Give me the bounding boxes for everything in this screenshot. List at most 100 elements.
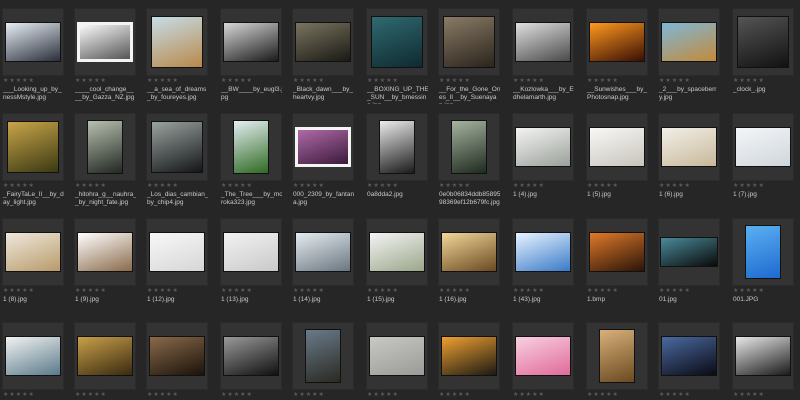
thumbnail-image[interactable] (589, 127, 645, 167)
rating-stars[interactable]: ★★★★★ (587, 288, 619, 295)
rating-stars[interactable]: ★★★★★ (513, 392, 545, 399)
thumbnail-tile[interactable]: ★★★★★ (74, 322, 136, 400)
thumbnail-image[interactable] (223, 232, 279, 272)
thumbnail-tile[interactable]: ★★★★★ __Kozlowka___by_Edhelamarth.jpg (512, 8, 574, 104)
thumbnail-tile[interactable]: ★★★★★ (366, 322, 428, 400)
thumbnail-image[interactable] (515, 336, 571, 376)
thumbnail-tile[interactable]: ★★★★★ _clock_.jpg (732, 8, 794, 104)
thumbnail-image[interactable] (233, 120, 269, 174)
thumbnail-image[interactable] (5, 232, 61, 272)
rating-stars[interactable]: ★★★★★ (75, 78, 107, 85)
rating-stars[interactable]: ★★★★★ (147, 78, 179, 85)
thumbnail-image[interactable] (441, 232, 497, 272)
thumbnail-tile[interactable]: ★★★★★ _Los_dias_cambian_by_chip4.jpg (146, 113, 208, 209)
thumbnail-image[interactable] (735, 336, 791, 376)
rating-stars[interactable]: ★★★★★ (3, 392, 35, 399)
thumbnail-image[interactable] (295, 127, 351, 167)
thumbnail-tile[interactable]: ★★★★★ (2, 322, 64, 400)
thumbnail-image[interactable] (369, 232, 425, 272)
thumbnail-tile[interactable]: ★★★★★ (658, 322, 720, 400)
thumbnail-image[interactable] (735, 127, 791, 167)
thumbnail-tile[interactable]: ★★★★★ 1 (13).jpg (220, 218, 282, 314)
thumbnail-tile[interactable]: ★★★★★ _FairyTaLe_II__by_day_light.jpg (2, 113, 64, 209)
thumbnail-image[interactable] (661, 336, 717, 376)
rating-stars[interactable]: ★★★★★ (3, 288, 35, 295)
thumbnail-tile[interactable]: ★★★★★__For_the_Gone_Ones_II__by_Suenayan… (438, 8, 500, 104)
rating-stars[interactable]: ★★★★★ (75, 183, 107, 190)
thumbnail-image[interactable] (149, 232, 205, 272)
thumbnail-tile[interactable]: ★★★★★ (220, 322, 282, 400)
rating-stars[interactable]: ★★★★★ (367, 78, 399, 85)
thumbnail-tile[interactable]: ★★★★★ 0e0b06834ddb8589598369ef12b679fc.jp… (438, 113, 500, 209)
thumbnail-tile[interactable]: ★★★★★ _Black_dawn___by_heartvy.jpg (292, 8, 354, 104)
rating-stars[interactable]: ★★★★★ (513, 288, 545, 295)
rating-stars[interactable]: ★★★★★ (147, 288, 179, 295)
thumbnail-tile[interactable]: ★★★★★ __BW____by_eugl3.jpg (220, 8, 282, 104)
thumbnail-tile[interactable]: ★★★★★ 1 (4).jpg (512, 113, 574, 209)
thumbnail-image[interactable] (737, 16, 789, 68)
rating-stars[interactable]: ★★★★★ (75, 392, 107, 399)
thumbnail-image[interactable] (223, 22, 279, 62)
rating-stars[interactable]: ★★★★★ (513, 183, 545, 190)
rating-stars[interactable]: ★★★★★ (587, 78, 619, 85)
thumbnail-image[interactable] (5, 336, 61, 376)
thumbnail-tile[interactable]: ★★★★★ 001.JPG (732, 218, 794, 314)
thumbnail-image[interactable] (223, 336, 279, 376)
rating-stars[interactable]: ★★★★★ (659, 392, 691, 399)
thumbnail-image[interactable] (151, 16, 203, 68)
rating-stars[interactable]: ★★★★★ (659, 183, 691, 190)
rating-stars[interactable]: ★★★★★ (293, 288, 325, 295)
thumbnail-image[interactable] (149, 336, 205, 376)
rating-stars[interactable]: ★★★★★ (3, 78, 35, 85)
thumbnail-image[interactable] (151, 121, 203, 173)
thumbnail-tile[interactable]: ★★★★★ _2___by_spaceberry.jpg (658, 8, 720, 104)
thumbnail-tile[interactable]: ★★★★★ 1 (6).jpg (658, 113, 720, 209)
thumbnail-tile[interactable]: ★★★★★__BOXING_UP_THE_SUN__by_bmessina.jp… (366, 8, 428, 104)
rating-stars[interactable]: ★★★★★ (221, 392, 253, 399)
thumbnail-image[interactable] (295, 22, 351, 62)
thumbnail-image[interactable] (77, 232, 133, 272)
thumbnail-tile[interactable]: ★★★★★ 1 (14).jpg (292, 218, 354, 314)
thumbnail-tile[interactable]: ★★★★★ 1 (12).jpg (146, 218, 208, 314)
thumbnail-tile[interactable]: ★★★★★ 1 (5).jpg (586, 113, 648, 209)
rating-stars[interactable]: ★★★★★ (293, 78, 325, 85)
rating-stars[interactable]: ★★★★★ (733, 183, 765, 190)
thumbnail-image[interactable] (295, 232, 351, 272)
thumbnail-tile[interactable]: ★★★★★ (586, 322, 648, 400)
thumbnail-tile[interactable]: ★★★★★ 0a8dda2.jpg (366, 113, 428, 209)
rating-stars[interactable]: ★★★★★ (659, 78, 691, 85)
rating-stars[interactable]: ★★★★★ (513, 78, 545, 85)
thumbnail-tile[interactable]: ★★★★★ 1 (16).jpg (438, 218, 500, 314)
thumbnail-tile[interactable]: ★★★★★ ____cool_change____by_Gazza_NZ.jpg (74, 8, 136, 104)
thumbnail-tile[interactable]: ★★★★★ 1 (9).jpg (74, 218, 136, 314)
thumbnail-image[interactable] (379, 120, 415, 174)
thumbnail-tile[interactable]: ★★★★★ __a_sea_of_dreams_by_foureyes.jpg (146, 8, 208, 104)
thumbnail-image[interactable] (305, 329, 341, 383)
thumbnail-image[interactable] (660, 237, 718, 267)
thumbnail-image[interactable] (77, 336, 133, 376)
thumbnail-tile[interactable]: ★★★★★ (292, 322, 354, 400)
thumbnail-image[interactable] (661, 22, 717, 62)
thumbnail-image[interactable] (371, 16, 423, 68)
rating-stars[interactable]: ★★★★★ (733, 392, 765, 399)
thumbnail-image[interactable] (441, 336, 497, 376)
thumbnail-tile[interactable]: ★★★★★ 1 (8).jpg (2, 218, 64, 314)
thumbnail-image[interactable] (599, 329, 635, 383)
rating-stars[interactable]: ★★★★★ (221, 288, 253, 295)
rating-stars[interactable]: ★★★★★ (147, 392, 179, 399)
thumbnail-tile[interactable]: ★★★★★ (438, 322, 500, 400)
thumbnail-image[interactable] (87, 120, 123, 174)
thumbnail-tile[interactable]: ★★★★★ ___Looking_up_by_nessMstyle.jpg (2, 8, 64, 104)
rating-stars[interactable]: ★★★★★ (367, 288, 399, 295)
thumbnail-image[interactable] (589, 232, 645, 272)
rating-stars[interactable]: ★★★★★ (439, 392, 471, 399)
thumbnail-image[interactable] (589, 22, 645, 62)
thumbnail-tile[interactable]: ★★★★★ 000_2309_by_fantana.jpg (292, 113, 354, 209)
thumbnail-image[interactable] (515, 232, 571, 272)
rating-stars[interactable]: ★★★★★ (733, 288, 765, 295)
rating-stars[interactable]: ★★★★★ (733, 78, 765, 85)
rating-stars[interactable]: ★★★★★ (367, 392, 399, 399)
thumbnail-tile[interactable]: ★★★★★ 1.bmp (586, 218, 648, 314)
rating-stars[interactable]: ★★★★★ (587, 183, 619, 190)
rating-stars[interactable]: ★★★★★ (587, 392, 619, 399)
